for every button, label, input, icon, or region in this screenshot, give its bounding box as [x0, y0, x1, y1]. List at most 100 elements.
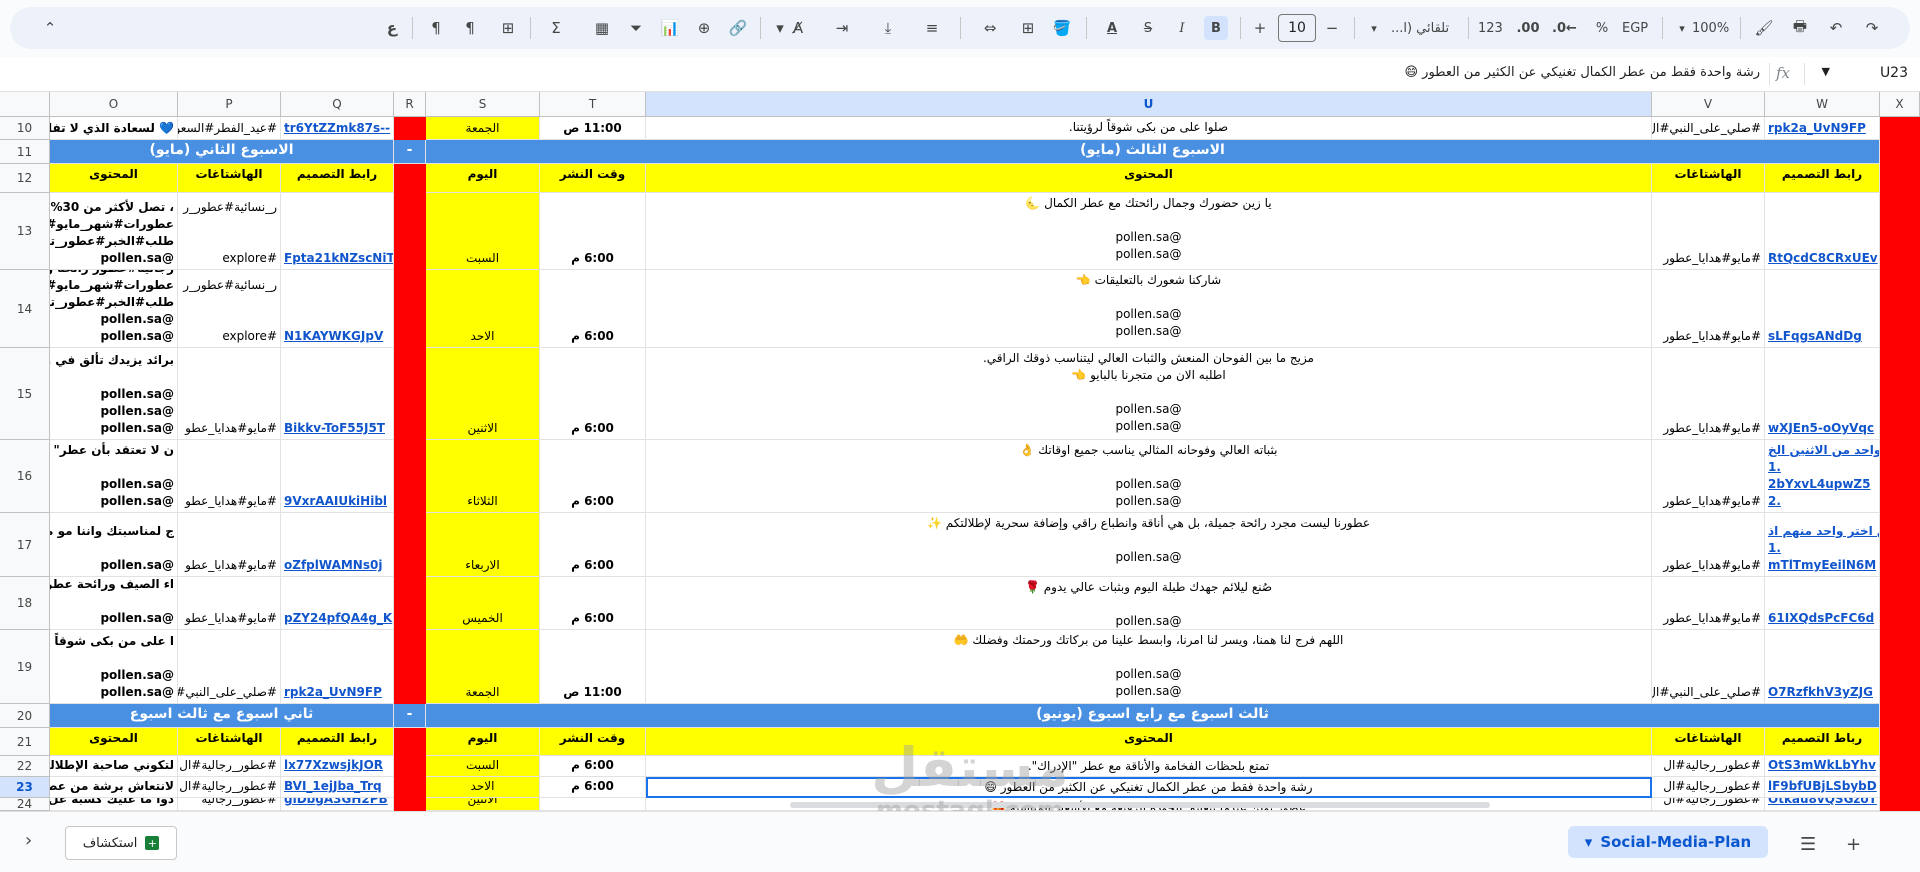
cell-s19[interactable]: الجمعة	[426, 630, 540, 704]
cell-p16[interactable]: #مايو#هدايا_عطو	[178, 440, 281, 513]
cell-v22[interactable]: #عطور_رجالية#ال	[1652, 756, 1765, 777]
cell-v13[interactable]: #مايو#هدايا_عطور	[1652, 193, 1765, 270]
cell-x22[interactable]	[1880, 756, 1920, 777]
increase-font-size-icon[interactable]: +	[1248, 16, 1272, 40]
name-box-chevron-icon[interactable]: ▼	[1822, 65, 1830, 78]
cell-o13[interactable]: ، تصل لأكثر من 30% في عطورات#شهر_مايو#عل…	[50, 193, 178, 270]
cell-x21[interactable]	[1880, 728, 1920, 756]
select-all-corner[interactable]	[0, 92, 50, 117]
italic-icon[interactable]: I	[1170, 16, 1194, 40]
row-header-18[interactable]: 18	[0, 577, 50, 630]
cell-t17[interactable]: 6:00 م	[540, 513, 646, 577]
cell-o12[interactable]: المحتوى	[50, 164, 178, 193]
cell-u14[interactable]: شاركنا شعورك بالتعليقات 👈 @pollen.sa @po…	[646, 270, 1652, 348]
cell-v24[interactable]: #عطور_رجالية#ال	[1652, 798, 1765, 811]
cell-r10[interactable]	[394, 117, 426, 140]
increase-decimal-button[interactable]: .00	[1516, 16, 1540, 40]
row-header-19[interactable]: 19	[0, 630, 50, 704]
cell-x17[interactable]	[1880, 513, 1920, 577]
cell-w15[interactable]: wXJEn5-oOyVqc	[1765, 348, 1880, 440]
row-header-10[interactable]: 10	[0, 117, 50, 140]
column-header-u[interactable]: U	[646, 92, 1652, 117]
cell-p23[interactable]: #عطور_رجالية#ال	[178, 777, 281, 798]
insert-chart-icon[interactable]: 📊	[658, 16, 682, 40]
column-header-x[interactable]: X	[1880, 92, 1920, 117]
cell-q12[interactable]: رابط التصميم	[281, 164, 394, 193]
cell-q15[interactable]: Bikkv-ToF55J5T	[281, 348, 394, 440]
cell-t14[interactable]: 6:00 م	[540, 270, 646, 348]
cell-p17[interactable]: #مايو#هدايا_عطو	[178, 513, 281, 577]
cell-t24[interactable]	[540, 798, 646, 811]
cell-r13[interactable]	[394, 193, 426, 270]
cell-x16[interactable]	[1880, 440, 1920, 513]
filter-views-icon[interactable]: ▦	[590, 16, 614, 40]
cell-v21[interactable]: الهاشتاغات	[1652, 728, 1765, 756]
vertical-align-icon[interactable]: ⤓	[876, 16, 900, 40]
cell-s16[interactable]: الثلاثاء	[426, 440, 540, 513]
column-header-o[interactable]: O	[50, 92, 178, 117]
cell-r16[interactable]	[394, 440, 426, 513]
cell-t18[interactable]: 6:00 م	[540, 577, 646, 630]
cell-q14[interactable]: N1KAYWKGJpV	[281, 270, 394, 348]
row-header-16[interactable]: 16	[0, 440, 50, 513]
undo-icon[interactable]: ↶	[1824, 16, 1848, 40]
cell-u17[interactable]: عطورنا ليست مجرد رائحة جميلة، بل هي أناق…	[646, 513, 1652, 577]
column-header-r[interactable]: R	[394, 92, 426, 117]
table-icon[interactable]: ⊞	[496, 16, 520, 40]
cell-u19[interactable]: اللهم فرج لنا همنا، ويسر لنا امرنا، وابس…	[646, 630, 1652, 704]
cell-r21[interactable]	[394, 728, 426, 756]
cell-v18[interactable]: #مايو#هدايا_عطور	[1652, 577, 1765, 630]
cell-s21[interactable]: اليوم	[426, 728, 540, 756]
row-header-12[interactable]: 12	[0, 164, 50, 193]
cell-o17[interactable]: ج لمناسبتك واننا مو متعا @pollen.sa	[50, 513, 178, 577]
merge-cells-icon[interactable]: ⇔	[978, 16, 1002, 40]
decrease-font-size-icon[interactable]: −	[1320, 16, 1344, 40]
cell-o16[interactable]: ن لا تعتقد بأن عطر" الادر @pollen.sa @po…	[50, 440, 178, 513]
text-rotation-icon-main[interactable]: A̸	[786, 16, 810, 40]
cell-w13[interactable]: RtQcdC8CRxUEv	[1765, 193, 1880, 270]
collapse-toolbar-icon[interactable]: ⌃	[38, 16, 62, 40]
horizontal-align-icon[interactable]: ≡	[920, 16, 944, 40]
cell-p14[interactable]: ر_نسائية#عطور_ر #explore	[178, 270, 281, 348]
cell-s23[interactable]: الاحد	[426, 777, 540, 798]
cell-p13[interactable]: ر_نسائية#عطور_ر #explore	[178, 193, 281, 270]
cell-t21[interactable]: وقت النشر	[540, 728, 646, 756]
explore-button[interactable]: + استكشاف	[65, 826, 177, 860]
cell-r12[interactable]	[394, 164, 426, 193]
cell-u15[interactable]: مزيج ما بين الفوحان المنعش والثبات العال…	[646, 348, 1652, 440]
cell-s12[interactable]: اليوم	[426, 164, 540, 193]
cell-x24[interactable]	[1880, 798, 1920, 811]
cell-t19[interactable]: 11:00 ص	[540, 630, 646, 704]
add-sheet-icon[interactable]: +	[1846, 834, 1861, 855]
cell-q22[interactable]: lx77XzwsjkJOR	[281, 756, 394, 777]
cell-x23[interactable]	[1880, 777, 1920, 798]
print-icon[interactable]: 🖶	[1788, 16, 1812, 40]
cell-v14[interactable]: #مايو#هدايا_عطور	[1652, 270, 1765, 348]
cell-q19[interactable]: rpk2a_UvN9FP	[281, 630, 394, 704]
column-header-v[interactable]: V	[1652, 92, 1765, 117]
cell-o10[interactable]: 💙 لسعادة الذي لا تفارقنا	[50, 117, 178, 140]
cell-r23[interactable]	[394, 777, 426, 798]
cell-w12[interactable]: رابط التصميم	[1765, 164, 1880, 193]
cell-w14[interactable]: sLFqgsANdDg	[1765, 270, 1880, 348]
cell-u10[interactable]: صلوا على من بكى شوقاً لرؤيتنا.	[646, 117, 1652, 140]
formula-input[interactable]: رشة واحدة فقط من عطر الكمال تغنيكي عن ال…	[1404, 65, 1760, 80]
cell-u23[interactable]: رشة واحدة فقط من عطر الكمال تغنيكي عن ال…	[646, 777, 1652, 798]
zoom-select[interactable]: 100%	[1692, 16, 1729, 40]
rtl-icon[interactable]: ع	[380, 16, 404, 40]
cell-p15[interactable]: #مايو#هدايا_عطو	[178, 348, 281, 440]
cell-x18[interactable]	[1880, 577, 1920, 630]
cell-s10[interactable]: الجمعة	[426, 117, 540, 140]
collapse-side-panel-icon[interactable]: ›	[25, 830, 32, 851]
cell-q18[interactable]: pZY24pfQA4g_K	[281, 577, 394, 630]
cell-t12[interactable]: وقت النشر	[540, 164, 646, 193]
name-box[interactable]: U23	[1880, 65, 1908, 81]
cell-s15[interactable]: الاثنين	[426, 348, 540, 440]
cell-s24[interactable]: الاثنين	[426, 798, 540, 811]
cell-w22[interactable]: OtS3mWkLbYhv	[1765, 756, 1880, 777]
cell-r22[interactable]	[394, 756, 426, 777]
cell-p22[interactable]: #عطور_رجالية#ال	[178, 756, 281, 777]
percent-format-button[interactable]: %	[1590, 16, 1614, 40]
cell-p21[interactable]: الهاشتاغات	[178, 728, 281, 756]
cell-t10[interactable]: 11:00 ص	[540, 117, 646, 140]
